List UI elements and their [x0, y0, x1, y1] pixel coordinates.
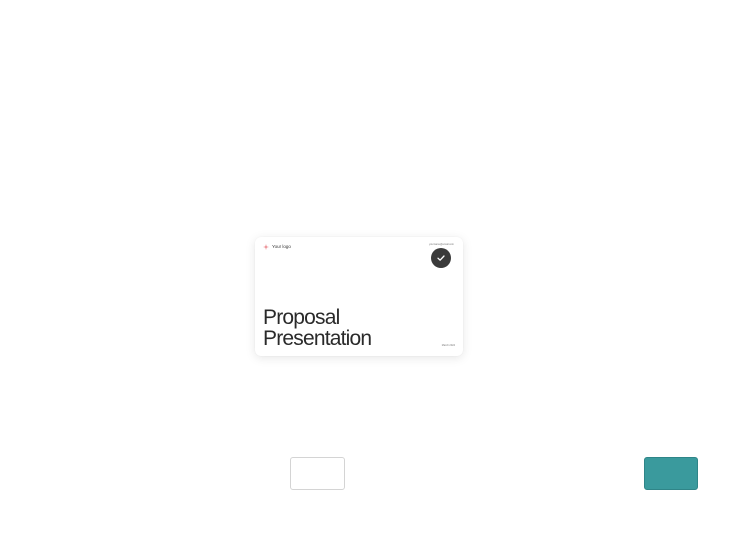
logo-text: Your logo [272, 243, 291, 249]
card-logo: Your logo [263, 244, 291, 250]
logo-star-icon [263, 244, 269, 250]
template-picker: Your logo yourname@email.com Proposal Pr… [0, 0, 742, 544]
back-button[interactable] [290, 457, 345, 490]
selected-check-icon [431, 248, 451, 268]
card-email: yourname@email.com [428, 243, 454, 246]
card-title-line-1: Proposal [263, 306, 340, 329]
card-title: Proposal Presentation [263, 306, 372, 350]
card-title-line-2: Presentation [263, 327, 372, 350]
template-card-proposal[interactable]: Your logo yourname@email.com Proposal Pr… [255, 237, 463, 356]
continue-button[interactable] [644, 457, 698, 490]
card-date: March 2024 [441, 343, 455, 347]
checkmark-icon [437, 255, 445, 261]
